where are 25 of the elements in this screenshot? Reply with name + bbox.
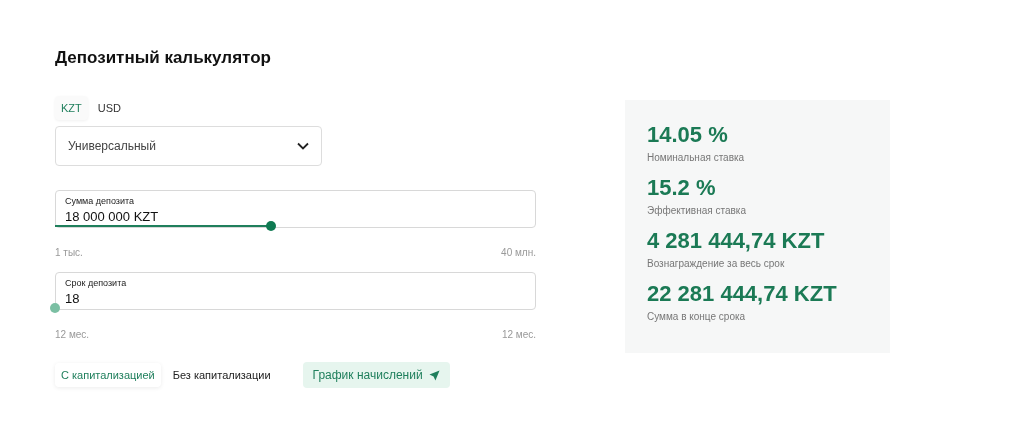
capitalization-toggle[interactable]: Без капитализации: [166, 363, 277, 387]
result-value: 22 281 444,74 KZT: [647, 281, 838, 307]
calculator-title: Депозитный калькулятор: [55, 48, 272, 68]
range-max-label: 12 мес.: [501, 329, 536, 340]
result-label: Вознаграждение за весь срок: [647, 258, 786, 269]
range-min-label: 1 тыс.: [55, 247, 83, 258]
result-label: Сумма в конце срока: [647, 311, 747, 322]
result-value: 4 281 444,74 KZT: [647, 228, 826, 254]
capitalization-toggle[interactable]: С капитализацией: [55, 363, 161, 387]
result-label: Номинальная ставка: [647, 152, 746, 163]
result-value: 15.2 %: [647, 175, 717, 201]
schedule-button[interactable]: График начислений: [302, 362, 450, 388]
range-max-label: 40 млн.: [501, 247, 536, 258]
chevron-down-icon: [297, 142, 309, 150]
deposit-type-select[interactable]: Универсальный: [55, 126, 322, 166]
range-min-label: 12 мес.: [55, 329, 90, 340]
send-icon: [428, 369, 440, 381]
slider-thumb[interactable]: [50, 303, 60, 313]
result-label: Эффективная ставка: [647, 205, 747, 216]
input-field[interactable]: Сумма депозита 18 000 000 KZT: [55, 190, 536, 228]
input-field[interactable]: Срок депозита 18: [55, 272, 536, 310]
currency-tab[interactable]: USD: [91, 96, 127, 120]
result-value: 14.05 %: [647, 122, 729, 148]
slider-thumb[interactable]: [266, 221, 277, 231]
currency-tab[interactable]: KZT: [55, 96, 88, 120]
